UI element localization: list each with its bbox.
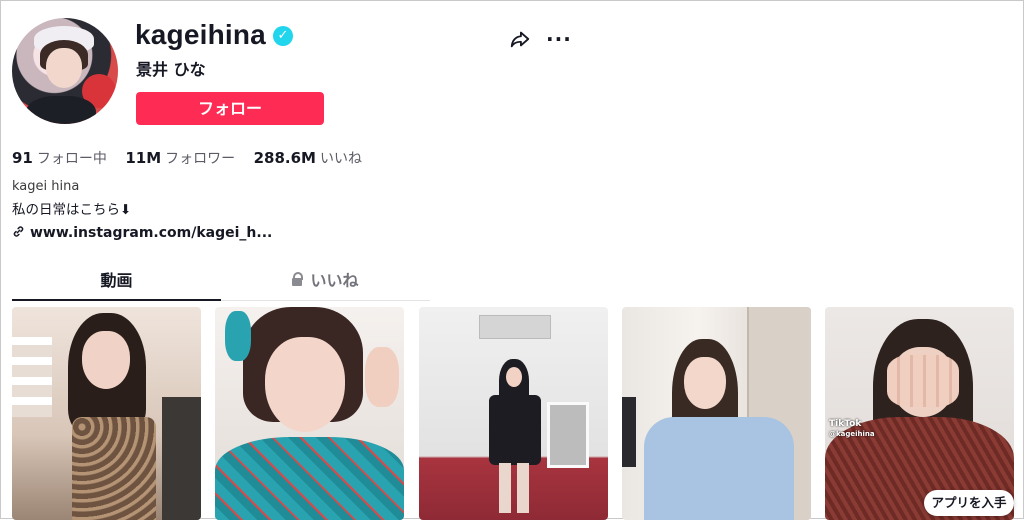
thumbnail-legs <box>499 463 529 513</box>
following-count[interactable]: 91 フォロー中 <box>12 148 107 168</box>
likes-count: 288.6M いいね <box>254 148 362 168</box>
likes-label: いいね <box>319 151 362 167</box>
bio-name: kagei hina <box>12 179 80 194</box>
watermark-text: TikTok <box>829 419 862 429</box>
lock-icon <box>292 272 304 286</box>
thumbnail-vent <box>479 315 551 339</box>
video-thumbnail[interactable] <box>622 307 811 520</box>
thumbnail-dress <box>215 437 404 520</box>
avatar-body <box>26 96 96 124</box>
tab-videos-label: 動画 <box>100 271 133 290</box>
thumbnail-face <box>82 331 130 389</box>
more-icon[interactable]: ··· <box>546 27 572 51</box>
verified-badge-icon: ✓ <box>273 26 293 46</box>
thumbnail-chair <box>162 397 201 520</box>
avatar-face <box>46 48 82 88</box>
likes-value: 288.6M <box>253 149 316 167</box>
video-thumbnail[interactable]: TikTok @kageihina <box>825 307 1014 520</box>
profile-nickname: 景井 ひな <box>136 60 206 79</box>
get-app-button[interactable]: アプリを入手 <box>924 490 1014 516</box>
thumbnail-mirror <box>547 402 589 468</box>
bio-link[interactable]: www.instagram.com/kagei_h... <box>12 225 272 241</box>
thumbnail-face <box>684 357 726 409</box>
video-grid: TikTok @kageihina <box>12 307 1014 520</box>
thumbnail-shirt <box>644 417 794 520</box>
tab-liked[interactable]: いいね <box>221 264 430 299</box>
following-label: フォロー中 <box>36 151 107 167</box>
watermark-user: @kageihina <box>829 430 875 438</box>
followers-value: 11M <box>125 149 162 167</box>
profile-avatar[interactable] <box>12 18 118 124</box>
profile-username: kageihina <box>135 19 266 50</box>
profile-stats: 91 フォロー中 11M フォロワー 288.6M いいね <box>12 148 376 168</box>
video-thumbnail[interactable] <box>419 307 608 520</box>
thumbnail-dress <box>72 417 156 520</box>
video-thumbnail[interactable] <box>12 307 201 520</box>
profile-tabs: 動画 いいね <box>12 264 430 301</box>
thumbnail-face <box>506 367 522 387</box>
thumbnail-body <box>489 395 541 465</box>
following-value: 91 <box>12 149 33 167</box>
bio-text: 私の日常はこちら⬇ <box>12 202 132 218</box>
tiktok-watermark: TikTok @kageihina <box>829 419 875 439</box>
share-icon[interactable] <box>509 28 531 50</box>
thumbnail-hand <box>365 347 399 407</box>
tab-liked-label: いいね <box>310 271 359 290</box>
thumbnail-face <box>265 337 345 432</box>
follow-button[interactable]: フォロー <box>136 92 324 125</box>
followers-label: フォロワー <box>165 151 236 167</box>
thumbnail-hands <box>887 355 959 407</box>
followers-count[interactable]: 11M フォロワー <box>125 148 235 168</box>
thumbnail-hairband <box>225 311 251 361</box>
video-thumbnail[interactable] <box>215 307 404 520</box>
thumbnail-phone <box>622 397 636 467</box>
thumbnail-lights <box>12 337 52 417</box>
link-icon <box>13 226 24 237</box>
tab-videos[interactable]: 動画 <box>12 264 221 301</box>
bio-link-text: www.instagram.com/kagei_h... <box>30 225 273 241</box>
